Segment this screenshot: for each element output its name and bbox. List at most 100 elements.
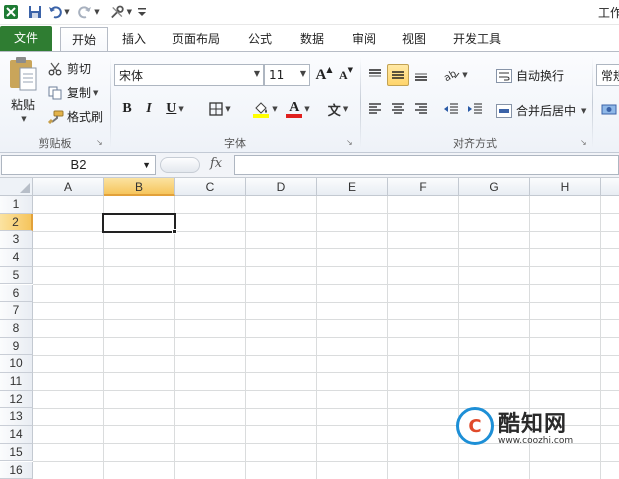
tab-view[interactable]: 视图 [392, 27, 436, 51]
tab-review[interactable]: 审阅 [342, 27, 386, 51]
row-header[interactable]: 3 [0, 231, 33, 250]
italic-icon: I [146, 101, 152, 116]
save-icon[interactable] [26, 3, 44, 21]
alignment-launcher-icon[interactable]: ↘ [580, 138, 589, 147]
column-header[interactable]: A [33, 178, 104, 196]
grow-font-icon: A [315, 66, 327, 83]
row-header[interactable]: 15 [0, 443, 33, 462]
chevron-down-icon: ▼ [253, 69, 260, 78]
cut-label: 剪切 [67, 62, 92, 76]
shrink-font-button[interactable]: A ▼ [335, 64, 357, 86]
tools-icon[interactable]: ▼ [110, 3, 132, 21]
ribbon-tabs: 文件 开始 插入 页面布局 公式 数据 审阅 视图 开发工具 [0, 25, 619, 51]
row-header[interactable]: 9 [0, 337, 33, 356]
paste-icon [10, 57, 37, 91]
column-header[interactable]: E [317, 178, 388, 196]
column-header-selected[interactable]: B [104, 178, 175, 196]
row-header[interactable]: 8 [0, 319, 33, 338]
excel-icon[interactable] [2, 3, 20, 21]
column-header[interactable] [601, 178, 619, 196]
paste-button[interactable]: 粘贴 ▼ [6, 56, 40, 128]
wrap-text-button[interactable]: 自动换行 [496, 67, 564, 84]
phonetic-button[interactable]: 文 ▼ [322, 98, 354, 120]
currency-format-button[interactable] [598, 98, 619, 120]
formula-input[interactable] [234, 155, 619, 175]
align-middle-button[interactable] [387, 64, 409, 86]
bold-button[interactable]: B [116, 98, 138, 120]
format-painter-button[interactable]: 格式刷 [48, 108, 103, 125]
align-bottom-button[interactable] [410, 64, 432, 86]
row-header[interactable]: 1 [0, 196, 33, 214]
row-header[interactable]: 4 [0, 249, 33, 267]
row-header[interactable]: 7 [0, 302, 33, 320]
fill-color-button[interactable]: ▼ [248, 98, 282, 120]
font-color-icon: A [289, 99, 300, 115]
font-launcher-icon[interactable]: ↘ [346, 138, 355, 147]
align-bottom-icon [415, 73, 427, 81]
select-all-button[interactable] [0, 178, 33, 196]
tab-page-layout[interactable]: 页面布局 [164, 27, 228, 51]
undo-icon[interactable]: ▼ [48, 3, 70, 21]
row-header[interactable]: 12 [0, 390, 33, 409]
font-size-value: 11 [269, 68, 285, 82]
customize-qat-icon[interactable] [136, 3, 148, 21]
tab-file[interactable]: 文件 [0, 26, 52, 51]
column-header[interactable]: F [388, 178, 459, 196]
row-header[interactable]: 16 [0, 461, 33, 479]
font-color-button[interactable]: A ▼ [282, 98, 314, 120]
clipboard-launcher-icon[interactable]: ↘ [96, 138, 105, 147]
format-painter-label: 格式刷 [67, 110, 104, 124]
row-header[interactable]: 13 [0, 408, 33, 427]
italic-button[interactable]: I [138, 98, 160, 120]
fill-color-icon [253, 102, 270, 118]
merge-dropdown-icon[interactable]: ▼ [581, 107, 586, 115]
row-header[interactable]: 14 [0, 426, 33, 444]
watermark-name: 酷知网 [498, 412, 568, 437]
row-header[interactable]: 11 [0, 373, 33, 391]
tab-home[interactable]: 开始 [60, 27, 108, 51]
number-format-select[interactable]: 常规 [596, 64, 619, 86]
merge-center-button[interactable]: 合并后居中 ▼ [496, 102, 586, 119]
copy-button[interactable]: 复制 ▼ [48, 84, 98, 101]
fill-handle[interactable] [172, 229, 177, 234]
row-header-selected[interactable]: 2 [0, 213, 33, 232]
insert-function-icon[interactable]: fx [210, 156, 222, 171]
copy-dropdown-icon[interactable]: ▼ [93, 89, 98, 97]
column-header[interactable]: G [459, 178, 530, 196]
tab-data[interactable]: 数据 [290, 27, 334, 51]
active-cell[interactable] [102, 212, 176, 233]
paste-label: 粘贴 [10, 98, 35, 112]
orientation-button[interactable]: ab ▼ [442, 64, 470, 86]
row-header[interactable]: 5 [0, 266, 33, 285]
row-header[interactable]: 6 [0, 284, 33, 303]
decrease-indent-button[interactable] [440, 98, 462, 120]
align-left-button[interactable] [364, 98, 386, 120]
phonetic-icon: 文 [327, 103, 341, 119]
tab-insert[interactable]: 插入 [112, 27, 156, 51]
underline-button[interactable]: U ▼ [160, 98, 190, 120]
column-header[interactable]: C [175, 178, 246, 196]
borders-button[interactable]: ▼ [204, 98, 236, 120]
increase-indent-button[interactable] [464, 98, 486, 120]
align-center-button[interactable] [387, 98, 409, 120]
tab-developer[interactable]: 开发工具 [444, 27, 510, 51]
group-divider [592, 58, 593, 148]
align-right-button[interactable] [410, 98, 432, 120]
currency-icon [601, 104, 617, 115]
align-left-icon [369, 103, 381, 114]
font-name-select[interactable]: 宋体 ▼ [114, 64, 264, 86]
column-header[interactable]: H [530, 178, 601, 196]
grow-font-button[interactable]: A ▲ [313, 64, 335, 86]
row-header[interactable]: 10 [0, 355, 33, 373]
redo-icon[interactable]: ▼ [78, 3, 100, 21]
paste-dropdown-icon[interactable]: ▼ [21, 115, 26, 123]
name-box[interactable]: B2 ▼ [1, 155, 156, 175]
tab-formulas[interactable]: 公式 [238, 27, 282, 51]
gridline [33, 390, 619, 391]
align-top-button[interactable] [364, 64, 386, 86]
cut-button[interactable]: 剪切 [48, 60, 91, 77]
font-size-select[interactable]: 11 ▼ [264, 64, 310, 86]
increase-indent-icon [468, 103, 482, 114]
column-header[interactable]: D [246, 178, 317, 196]
formula-bar-splitter[interactable] [160, 157, 200, 173]
